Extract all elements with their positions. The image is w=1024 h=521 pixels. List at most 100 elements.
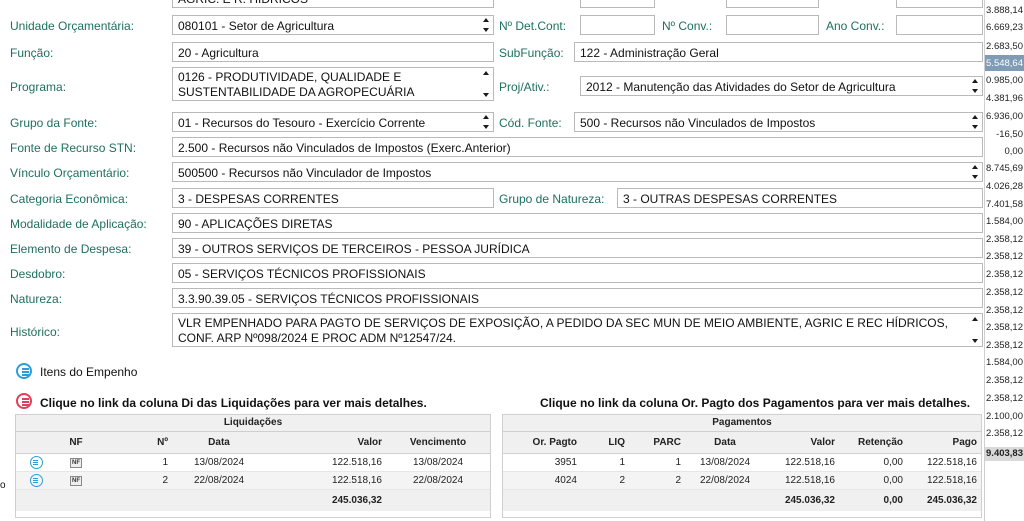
proj-ativ-spinner-icon[interactable] (972, 79, 979, 93)
modalidade-field: 90 - APLICAÇÕES DIRETAS (172, 213, 983, 233)
pag-col-parc[interactable]: PARC (629, 431, 685, 454)
cod-fonte-spinner-icon[interactable] (972, 115, 979, 129)
pagamentos-total-row: 245.036,32 0,00 245.036,32 (503, 489, 981, 511)
pag-data: 22/08/2024 (685, 471, 765, 490)
liq-valor: 122.518,16 (266, 453, 386, 472)
strip-value: 4.381,96 (986, 93, 1023, 104)
grupo-fonte-spinner-icon[interactable] (483, 115, 490, 129)
strip-value: 2.358,12 (986, 287, 1023, 298)
liq-col-num[interactable]: Nº (96, 431, 172, 454)
historico-textarea[interactable]: VLR EMPENHADO PARA PAGTO DE SERVIÇOS DE … (172, 313, 983, 347)
grupo-fonte-select[interactable]: 01 - Recursos do Tesouro - Exercício Cor… (172, 112, 494, 132)
liq-col-di[interactable] (16, 431, 56, 454)
liquidacoes-list-icon (16, 393, 32, 409)
pag-data: 13/08/2024 (685, 453, 765, 472)
strip-value: 0,00 (1004, 146, 1024, 157)
pag-col-data[interactable]: Data (685, 431, 765, 454)
liq-col-valor[interactable]: Valor (266, 431, 386, 454)
nf-document-icon[interactable]: NF (70, 476, 82, 486)
pag-or-pagto-link[interactable]: 4024 (503, 471, 581, 490)
vinculo-select[interactable]: 500500 - Recursos não Vinculador de Impo… (172, 162, 983, 182)
strip-value: 9.403,83 (986, 448, 1023, 459)
programa-spinner-icon[interactable] (483, 71, 490, 97)
pag-total-pago: 245.036,32 (907, 489, 981, 511)
pag-parc: 2 (629, 471, 685, 490)
grupo-natureza-label: Grupo de Natureza: (499, 192, 605, 206)
elemento-label: Elemento de Despesa: (10, 242, 132, 256)
pag-col-retencao[interactable]: Retenção (839, 431, 907, 454)
liq-col-nf[interactable]: NF (56, 431, 96, 454)
strip-value: 4.026,28 (986, 181, 1023, 192)
categoria-field: 3 - DESPESAS CORRENTES (172, 188, 494, 208)
subfuncao-field: 122 - Administração Geral (574, 42, 983, 62)
pag-col-valor[interactable]: Valor (765, 431, 839, 454)
historico-spinner-icon[interactable] (972, 317, 979, 343)
unidade-label: Unidade Orçamentária: (10, 19, 135, 33)
programa-select[interactable]: 0126 - PRODUTIVIDADE, QUALIDADE E SUSTEN… (172, 67, 494, 101)
conv-label: Nº Conv.: (662, 19, 713, 33)
strip-value: 8.745,69 (986, 163, 1023, 174)
pagamentos-title: Pagamentos (503, 415, 981, 432)
ano-conv-input[interactable] (896, 15, 983, 35)
top-partial-field: AGRIC. E R. HÍDRICOS (172, 0, 494, 8)
itens-list-icon[interactable] (16, 363, 32, 379)
cod-fonte-select[interactable]: 500 - Recursos não Vinculados de Imposto… (574, 112, 983, 132)
liq-detail-link-icon[interactable] (29, 455, 43, 469)
strip-value: 5.548,64 (986, 58, 1023, 69)
proj-ativ-select[interactable]: 2012 - Manutenção das Atividades do Seto… (580, 76, 983, 96)
det-cont-label: Nº Det.Cont: (499, 19, 567, 33)
pag-retencao: 0,00 (839, 453, 907, 472)
pag-col-or-pagto[interactable]: Or. Pagto (503, 431, 581, 454)
fonte-stn-field: 2.500 - Recursos não Vinculados de Impos… (172, 137, 983, 157)
liq-num: 1 (96, 453, 172, 472)
pag-or-pagto-link[interactable]: 3951 (503, 453, 581, 472)
liq-detail-link-icon[interactable] (29, 473, 43, 487)
pag-total-valor: 245.036,32 (765, 489, 839, 511)
grupo-fonte-label: Grupo da Fonte: (10, 116, 98, 130)
top-partial-blank-3 (896, 0, 983, 8)
pag-col-pago[interactable]: Pago (907, 431, 981, 454)
strip-value: 2.358,12 (986, 393, 1023, 404)
liq-total-valor: 245.036,32 (266, 489, 386, 511)
itens-empenho-link[interactable]: Itens do Empenho (40, 365, 137, 379)
strip-value: 2.358,12 (986, 234, 1023, 245)
strip-value: 0.985,00 (986, 75, 1023, 86)
strip-value: 2.358,12 (986, 322, 1023, 333)
pag-parc: 1 (629, 453, 685, 472)
liq-data: 22/08/2024 (172, 471, 266, 490)
strip-value: 2.358,12 (986, 428, 1023, 439)
liq-vencimento: 13/08/2024 (386, 453, 490, 472)
top-partial-blank-2 (726, 0, 819, 8)
funcao-field: 20 - Agricultura (172, 42, 494, 62)
liquidacoes-total-row: 245.036,32 (16, 489, 490, 511)
liq-vencimento: 22/08/2024 (386, 471, 490, 490)
nf-document-icon[interactable]: NF (70, 458, 82, 468)
unidade-spinner-icon[interactable] (483, 18, 490, 32)
pag-col-liq[interactable]: LIQ (581, 431, 629, 454)
liq-col-vencimento[interactable]: Vencimento (386, 431, 490, 454)
strip-value: 2.358,12 (986, 305, 1023, 316)
natureza-field: 3.3.90.39.05 - SERVIÇOS TÉCNICOS PROFISS… (172, 288, 983, 308)
unidade-select[interactable]: 080101 - Setor de Agricultura (172, 15, 494, 35)
vinculo-spinner-icon[interactable] (972, 165, 979, 179)
grupo-fonte-value: 01 - Recursos do Tesouro - Exercício Cor… (178, 116, 426, 130)
historico-label: Histórico: (10, 325, 61, 339)
strip-value: 1.584,00 (986, 216, 1023, 227)
proj-ativ-label: Proj/Ativ.: (499, 80, 550, 94)
categoria-label: Categoria Econômica: (10, 192, 129, 206)
liq-data: 13/08/2024 (172, 453, 266, 472)
liq-num: 2 (96, 471, 172, 490)
conv-input[interactable] (726, 15, 819, 35)
liquidacoes-grid: Liquidações NF Nº Data Valor Vencimento … (15, 414, 491, 518)
strip-value: 3.888,14 (986, 5, 1023, 16)
funcao-label: Função: (10, 46, 54, 60)
liq-col-data[interactable]: Data (172, 431, 266, 454)
unidade-value: 080101 - Setor de Agricultura (178, 19, 335, 33)
det-cont-input[interactable] (580, 15, 655, 35)
programa-value: 0126 - PRODUTIVIDADE, QUALIDADE E SUSTEN… (178, 70, 415, 99)
strip-value: 2.358,12 (986, 269, 1023, 280)
pag-retencao: 0,00 (839, 471, 907, 490)
subfuncao-label: SubFunção: (499, 46, 564, 60)
ano-conv-label: Ano Conv.: (826, 19, 885, 33)
top-partial-blank-1 (580, 0, 655, 8)
